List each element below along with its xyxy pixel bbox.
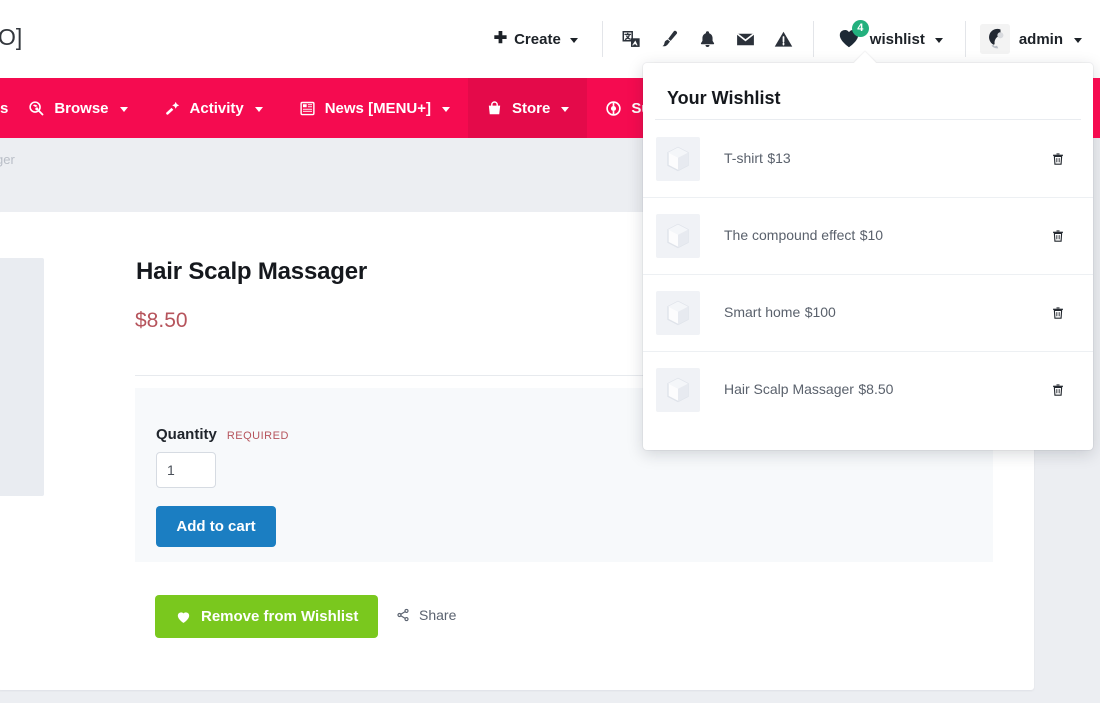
nav-item-label: News [MENU+] — [324, 99, 431, 117]
divider — [812, 21, 814, 57]
list-item-info: Smart home $100 — [700, 303, 1047, 322]
nav-item-label: Activity — [189, 99, 244, 117]
divider — [601, 21, 603, 57]
list-item[interactable]: T-shirt $13 — [643, 120, 1093, 197]
list-item-name: The compound effect — [724, 227, 856, 243]
nav-item-label: Browse — [54, 99, 109, 117]
news-icon — [299, 100, 316, 117]
chevron-down-icon — [442, 106, 450, 112]
wishlist-dropdown-panel: Your Wishlist T-shirt $13 The compound e… — [643, 51, 1093, 450]
nav-item-store[interactable]: Store — [468, 78, 588, 138]
translate-icon[interactable] — [613, 20, 651, 58]
list-item[interactable]: Smart home $100 — [643, 274, 1093, 351]
product-image-placeholder[interactable] — [0, 258, 44, 496]
list-item-info: T-shirt $13 — [700, 149, 1047, 168]
list-item-name: T-shirt — [724, 150, 763, 166]
divider — [964, 21, 966, 57]
breadcrumb: ger — [0, 152, 15, 167]
list-item-info: The compound effect $10 — [700, 226, 1047, 245]
activity-icon — [164, 100, 181, 117]
wishlist-items-list: T-shirt $13 The compound effect $10 Smar… — [643, 120, 1093, 428]
list-item-price: $100 — [804, 304, 836, 320]
admin-menu-button[interactable]: admin — [976, 24, 1092, 54]
nav-item-label: Store — [512, 99, 551, 117]
quantity-input[interactable] — [156, 452, 216, 488]
header-icon-group — [613, 20, 803, 58]
list-item-price: $10 — [859, 227, 884, 243]
quantity-label: Quantity — [156, 426, 217, 443]
list-item[interactable]: Hair Scalp Massager $8.50 — [643, 351, 1093, 428]
heart-icon — [175, 609, 192, 625]
chevron-down-icon — [254, 106, 263, 112]
chevron-down-icon — [119, 106, 128, 112]
create-label: Create — [514, 30, 561, 48]
wishlist-count-badge: 4 — [851, 20, 869, 37]
list-item-info: Hair Scalp Massager $8.50 — [700, 380, 1047, 399]
chevron-down-icon — [561, 106, 570, 112]
wishlist-menu-button[interactable]: 4 wishlist — [824, 20, 955, 52]
page-title: Hair Scalp Massager — [136, 258, 367, 285]
create-button[interactable]: ✚ Create — [480, 31, 592, 48]
support-lifering-icon — [605, 100, 622, 117]
nav-item-clipped[interactable]: s — [0, 78, 10, 138]
share-label: Share — [419, 607, 457, 623]
navbar-right-edge — [1093, 78, 1100, 138]
heart-icon: 4 — [836, 20, 869, 52]
plus-icon: ✚ — [493, 30, 508, 47]
site-logo[interactable]: O] — [0, 24, 22, 51]
product-thumbnail-icon — [656, 290, 700, 335]
chevron-down-icon — [569, 37, 578, 43]
product-thumbnail-icon — [656, 213, 700, 258]
admin-label: admin — [1018, 30, 1063, 48]
product-price: $8.50 — [135, 309, 188, 332]
trash-icon[interactable] — [1047, 148, 1069, 170]
envelope-icon[interactable] — [727, 20, 765, 58]
wishlist-label: wishlist — [869, 30, 925, 48]
chevron-down-icon — [1074, 37, 1082, 43]
nav-item-news[interactable]: News [MENU+] — [281, 78, 468, 138]
page-root: ger Hair Scalp Massager $8.50 Quantity R… — [0, 0, 1100, 703]
product-thumbnail-icon — [656, 367, 700, 412]
nav-item-activity[interactable]: Activity — [146, 78, 281, 138]
share-link[interactable]: Share — [396, 607, 456, 623]
store-bag-icon — [486, 100, 503, 117]
list-item[interactable]: The compound effect $10 — [643, 197, 1093, 274]
nav-item-browse[interactable]: Browse — [10, 78, 145, 138]
add-to-cart-button[interactable]: Add to cart — [156, 506, 276, 547]
chevron-down-icon — [934, 37, 943, 43]
list-item-price: $8.50 — [858, 381, 894, 397]
trash-icon[interactable] — [1047, 379, 1069, 401]
bell-icon[interactable] — [689, 20, 727, 58]
quantity-label-row: Quantity REQUIRED — [156, 426, 289, 443]
dropdown-title: Your Wishlist — [667, 88, 781, 108]
warning-icon[interactable] — [765, 20, 803, 58]
trash-icon[interactable] — [1047, 225, 1069, 247]
list-item-name: Smart home — [724, 304, 801, 320]
paintbrush-icon[interactable] — [651, 20, 689, 58]
share-icon — [396, 608, 410, 622]
list-item-price: $13 — [767, 150, 791, 166]
remove-from-wishlist-button[interactable]: Remove from Wishlist — [155, 595, 379, 638]
avatar — [979, 24, 1010, 54]
required-badge: REQUIRED — [226, 430, 289, 442]
list-item-name: Hair Scalp Massager — [724, 381, 854, 397]
remove-from-wishlist-label: Remove from Wishlist — [201, 608, 359, 625]
trash-icon[interactable] — [1047, 302, 1069, 324]
browse-icon — [28, 100, 45, 117]
product-thumbnail-icon — [656, 136, 700, 181]
